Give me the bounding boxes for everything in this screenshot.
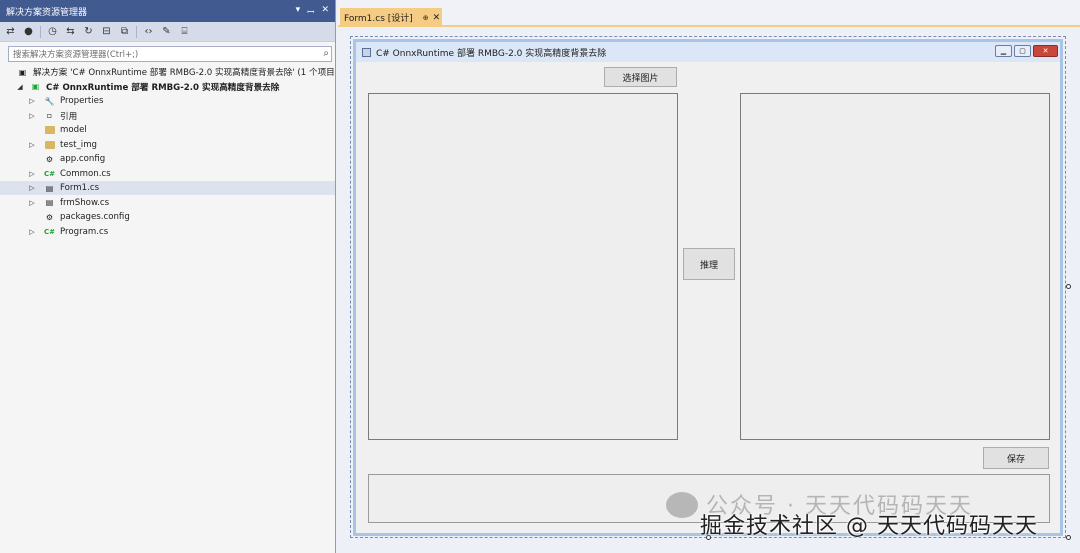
solution-icon: ▣ bbox=[18, 67, 27, 77]
sync-icon[interactable]: ⇄ bbox=[4, 25, 17, 38]
solution-explorer-title-bar: 解决方案资源管理器 ▾ ꟷ ✕ bbox=[0, 0, 335, 22]
collapsed-arrow-icon[interactable]: ▷ bbox=[28, 199, 36, 207]
tree-item-packages-config[interactable]: ⚙ packages.config bbox=[0, 210, 335, 224]
sync-active-icon[interactable]: ⇆ bbox=[64, 25, 77, 38]
maximize-icon[interactable]: ▢ bbox=[1014, 45, 1031, 57]
expanded-arrow-icon[interactable]: ◢ bbox=[16, 83, 24, 91]
form-icon: ▤ bbox=[45, 183, 54, 193]
form-app-icon bbox=[362, 47, 371, 57]
minimize-icon[interactable]: ▁ bbox=[995, 45, 1012, 57]
collapsed-arrow-icon[interactable]: ▷ bbox=[28, 170, 36, 178]
source-picture-box[interactable] bbox=[368, 93, 678, 440]
tab-label: Form1.cs [设计] bbox=[344, 14, 413, 24]
resize-grip-bottom[interactable] bbox=[706, 535, 711, 540]
close-icon[interactable]: ✕ bbox=[1033, 45, 1058, 57]
folder-icon bbox=[44, 125, 55, 136]
config-icon: ⚙ bbox=[45, 154, 54, 164]
preview-icon[interactable]: ⌸ bbox=[178, 25, 191, 38]
tree-item-program-cs[interactable]: ▷ C# Program.cs bbox=[0, 225, 335, 239]
tree-item-references[interactable]: ▷ ▫ 引用 bbox=[0, 109, 335, 123]
folder-icon bbox=[44, 139, 55, 150]
search-icon[interactable]: ⌕ bbox=[323, 48, 329, 59]
solution-explorer-panel: 解决方案资源管理器 ▾ ꟷ ✕ ⇄ ● ◷ ⇆ ↻ ⊟ ⧉ ‹› ✎ ⌸ 搜索解… bbox=[0, 0, 336, 553]
collapsed-arrow-icon[interactable]: ▷ bbox=[28, 97, 36, 105]
references-icon: ▫ bbox=[46, 111, 53, 120]
tree-item-form1-cs[interactable]: ▷ ▤ Form1.cs bbox=[0, 181, 335, 195]
panel-pin-icon[interactable]: ꟷ bbox=[307, 5, 314, 18]
collapsed-arrow-icon[interactable]: ▷ bbox=[28, 228, 36, 236]
log-textbox[interactable] bbox=[368, 474, 1050, 523]
tree-item-app-config[interactable]: ⚙ app.config bbox=[0, 152, 335, 166]
wrench-icon: 🔧 bbox=[44, 96, 55, 106]
csproj-icon: ▣ bbox=[31, 82, 40, 91]
refresh-icon[interactable]: ↻ bbox=[82, 25, 95, 38]
search-placeholder: 搜索解决方案资源管理器(Ctrl+;) bbox=[13, 50, 139, 60]
csharp-file-icon: C# bbox=[44, 227, 56, 236]
solution-search-input[interactable]: 搜索解决方案资源管理器(Ctrl+;) ⌕ bbox=[8, 46, 332, 62]
tree-item-test-img[interactable]: ▷ test_img bbox=[0, 138, 335, 152]
tree-item-common-cs[interactable]: ▷ C# Common.cs bbox=[0, 167, 335, 181]
collapsed-arrow-icon[interactable]: ▷ bbox=[28, 141, 36, 149]
form-title-bar: C# OnnxRuntime 部署 RMBG-2.0 实现高精度背景去除 ▁ ▢… bbox=[356, 42, 1060, 62]
infer-button[interactable]: 推理 bbox=[683, 248, 735, 280]
tree-item-model[interactable]: model bbox=[0, 123, 335, 137]
solution-explorer-title: 解决方案资源管理器 bbox=[6, 7, 88, 18]
editor-tab-bar: Form1.cs [设计] ⊕ ✕ bbox=[338, 0, 1080, 27]
show-all-files-icon[interactable]: ⧉ bbox=[118, 25, 131, 38]
solution-explorer-toolbar: ⇄ ● ◷ ⇆ ↻ ⊟ ⧉ ‹› ✎ ⌸ bbox=[0, 22, 335, 42]
tree-item-project[interactable]: ◢ ▣ C# OnnxRuntime 部署 RMBG-2.0 实现高精度背景去除 bbox=[0, 80, 335, 94]
tree-item-properties[interactable]: ▷ 🔧 Properties bbox=[0, 94, 335, 108]
csharp-file-icon: C# bbox=[44, 169, 56, 178]
select-image-button[interactable]: 选择图片 bbox=[604, 67, 677, 87]
collapsed-arrow-icon[interactable]: ▷ bbox=[28, 112, 36, 120]
history-icon[interactable]: ◷ bbox=[46, 25, 59, 38]
view-code-icon[interactable]: ‹› bbox=[142, 25, 155, 38]
form-title: C# OnnxRuntime 部署 RMBG-2.0 实现高精度背景去除 bbox=[376, 48, 607, 59]
panel-dropdown-icon[interactable]: ▾ bbox=[296, 5, 301, 18]
resize-grip-right[interactable] bbox=[1066, 284, 1071, 289]
properties-wrench-icon[interactable]: ✎ bbox=[160, 25, 173, 38]
form-icon: ▤ bbox=[45, 198, 54, 207]
panel-close-icon[interactable]: ✕ bbox=[321, 5, 329, 18]
result-picture-box[interactable] bbox=[740, 93, 1050, 440]
resize-grip-corner[interactable] bbox=[1066, 535, 1071, 540]
tree-item-solution[interactable]: ▣ 解决方案 'C# OnnxRuntime 部署 RMBG-2.0 实现高精度… bbox=[0, 65, 335, 79]
config-icon: ⚙ bbox=[45, 212, 54, 222]
tree-item-frmshow-cs[interactable]: ▷ ▤ frmShow.cs bbox=[0, 196, 335, 210]
save-button[interactable]: 保存 bbox=[983, 447, 1049, 469]
collapse-all-icon[interactable]: ⊟ bbox=[100, 25, 113, 38]
home-icon[interactable]: ● bbox=[22, 25, 35, 38]
collapsed-arrow-icon[interactable]: ▷ bbox=[28, 184, 36, 192]
tab-pin-icon[interactable]: ⊕ bbox=[423, 14, 429, 22]
tab-form1-designer[interactable]: Form1.cs [设计] ⊕ ✕ bbox=[340, 8, 442, 27]
tab-close-icon[interactable]: ✕ bbox=[433, 13, 441, 23]
